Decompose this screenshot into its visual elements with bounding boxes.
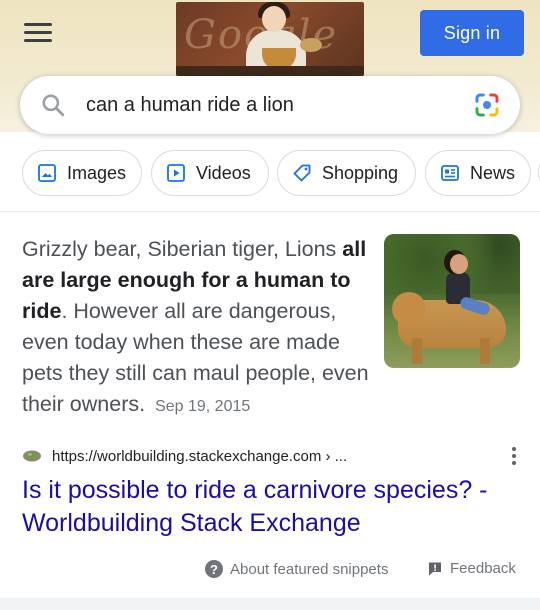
google-lens-camera-icon[interactable] [472, 90, 502, 120]
image-icon [38, 164, 56, 182]
chip-shopping-label: Shopping [322, 162, 399, 183]
about-featured-snippets-button[interactable]: ? About featured snippets [205, 560, 388, 578]
tag-icon [293, 164, 311, 182]
feedback-label: Feedback [450, 560, 516, 577]
result-title-link[interactable]: Is it possible to ride a carnivore speci… [22, 474, 522, 540]
more-options-icon[interactable] [506, 447, 522, 467]
header: Google Sign in can a human ride a lion [0, 0, 540, 134]
chip-videos[interactable]: Videos [151, 150, 269, 196]
about-featured-snippets-label: About featured snippets [230, 560, 389, 578]
chip-news[interactable]: News [425, 150, 531, 196]
search-filter-chips: Images Videos Shopping News [0, 150, 540, 196]
search-input[interactable]: can a human ride a lion [86, 94, 472, 117]
feedback-flag-icon [429, 562, 441, 575]
play-icon [167, 164, 185, 182]
bottom-separator [0, 598, 540, 610]
question-icon: ? [205, 560, 223, 578]
chip-news-label: News [470, 162, 516, 183]
result-url: https://worldbuilding.stackexchange.com … [52, 447, 348, 465]
result-source[interactable]: https://worldbuilding.stackexchange.com … [22, 445, 522, 467]
google-doodle-logo[interactable]: Google [176, 2, 364, 76]
hamburger-menu-icon[interactable] [24, 23, 52, 45]
featured-snippet-text: Grizzly bear, Siberian tiger, Lions all … [22, 234, 522, 422]
newspaper-icon [441, 165, 459, 181]
snippet-date: Sep 19, 2015 [155, 398, 251, 415]
snippet-text-1: Grizzly bear, Siberian tiger, Lions [22, 237, 337, 261]
chip-images[interactable]: Images [22, 150, 142, 196]
feedback-button[interactable]: Feedback [427, 560, 516, 577]
chip-shopping[interactable]: Shopping [277, 150, 416, 196]
chip-images-label: Images [67, 162, 127, 183]
search-box[interactable]: can a human ride a lion [20, 76, 520, 134]
worldbuilding-globe-favicon [23, 450, 41, 462]
sign-in-button[interactable]: Sign in [420, 10, 524, 56]
chip-videos-label: Videos [196, 162, 251, 183]
magnifier-icon [42, 94, 65, 117]
snippet-footer: ? About featured snippets Feedback [0, 560, 540, 584]
divider [0, 211, 540, 212]
